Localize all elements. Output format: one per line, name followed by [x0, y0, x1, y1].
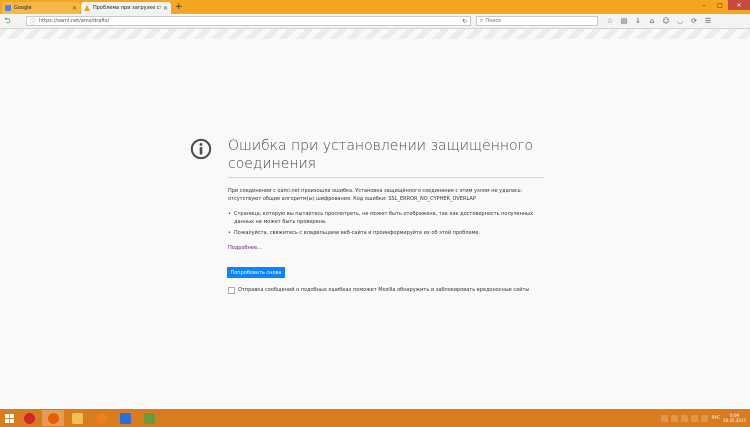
tab-strip: Google ✕ Проблема при загрузке ст ✕ + – …	[0, 0, 750, 14]
sync-icon[interactable]: ⟳	[689, 16, 699, 26]
close-tab-icon[interactable]: ✕	[72, 5, 77, 12]
taskbar-app-orange[interactable]	[90, 410, 112, 426]
clock-date: 20.05.2015	[723, 418, 746, 423]
tray-app-icon[interactable]	[671, 414, 679, 422]
toolbar-icons: ☆ ▤ ↓ ⌂ ☺ ◡ ⟳ ☰	[605, 16, 713, 26]
taskbar-app-image-viewer[interactable]	[138, 410, 160, 426]
error-details-list: Страница, которую вы пытаетесь просмотре…	[228, 210, 548, 240]
url-text[interactable]: https://oami.net/ams/drafts/	[39, 18, 462, 24]
minimize-button[interactable]: –	[696, 0, 712, 10]
home-icon[interactable]: ⌂	[647, 16, 657, 26]
warning-stripes	[0, 29, 750, 39]
new-tab-button[interactable]: +	[175, 2, 183, 12]
url-bar[interactable]: ⓘ https://oami.net/ams/drafts/ ↻	[26, 16, 471, 26]
close-window-button[interactable]: ✕	[728, 0, 750, 10]
google-favicon-icon	[5, 5, 11, 11]
close-tab-icon[interactable]: ✕	[163, 5, 168, 12]
firefox-icon	[47, 412, 59, 424]
downloads-icon[interactable]: ↓	[633, 16, 643, 26]
report-errors-row: Отправка сообщений о подобных ошибках по…	[228, 287, 540, 294]
error-title: Ошибка при установлении защищённого соед…	[228, 138, 534, 172]
report-errors-checkbox[interactable]	[228, 287, 235, 294]
tab-error-page[interactable]: Проблема при загрузке ст ✕	[81, 2, 171, 14]
system-tray: РУС 0:09 20.05.2015	[661, 409, 746, 427]
volume-icon[interactable]	[701, 414, 709, 422]
tab-google[interactable]: Google ✕	[2, 2, 80, 14]
app-icon	[95, 412, 107, 424]
info-icon[interactable]: ⓘ	[30, 17, 36, 26]
maximize-button[interactable]: □	[712, 0, 728, 10]
learn-more-link[interactable]: Подробнее…	[228, 245, 262, 251]
reading-list-icon[interactable]: ▤	[619, 16, 629, 26]
window-controls: – □ ✕	[696, 0, 750, 10]
list-item: Пожалуйста, свяжитесь с владельцами веб-…	[228, 229, 548, 237]
clock[interactable]: 0:09 20.05.2015	[723, 413, 746, 423]
chat-icon[interactable]: ☺	[661, 16, 671, 26]
folder-icon	[71, 412, 83, 424]
tray-app-icon[interactable]	[661, 414, 669, 422]
tab-label: Google	[14, 5, 32, 11]
info-circle-icon	[190, 138, 212, 160]
taskbar-app-opera[interactable]	[18, 410, 40, 426]
taskbar-app-explorer[interactable]	[66, 410, 88, 426]
navigation-bar: ⮌ ⓘ https://oami.net/ams/drafts/ ↻ ⌕ ☆ ▤…	[0, 14, 750, 29]
tray-app-icon[interactable]	[681, 414, 689, 422]
menu-icon[interactable]: ☰	[703, 16, 713, 26]
title-divider	[228, 177, 544, 178]
network-icon[interactable]	[691, 414, 699, 422]
pocket-icon[interactable]: ◡	[675, 16, 685, 26]
search-input[interactable]	[485, 18, 586, 24]
report-errors-label: Отправка сообщений о подобных ошибках по…	[238, 287, 530, 293]
taskbar-app-mail[interactable]	[114, 410, 136, 426]
image-viewer-icon	[143, 412, 155, 424]
try-again-button[interactable]: Попробовать снова	[227, 267, 285, 278]
start-button[interactable]	[2, 409, 16, 427]
bookmark-star-icon[interactable]: ☆	[605, 16, 615, 26]
warning-favicon-icon	[84, 5, 90, 11]
tab-label: Проблема при загрузке ст	[93, 5, 161, 11]
language-indicator[interactable]: РУС	[711, 416, 720, 421]
search-bar[interactable]: ⌕	[476, 16, 598, 26]
opera-icon	[23, 412, 35, 424]
reload-icon[interactable]: ↻	[462, 18, 467, 25]
search-icon: ⌕	[480, 17, 484, 24]
list-item: Страница, которую вы пытаетесь просмотре…	[228, 210, 548, 226]
taskbar: РУС 0:09 20.05.2015	[0, 409, 750, 427]
back-arrow-icon[interactable]: ⮌	[3, 16, 12, 25]
taskbar-app-firefox[interactable]	[42, 410, 64, 426]
windows-logo-icon	[4, 413, 14, 423]
mail-icon	[119, 412, 131, 424]
error-description: При соединении с oami.net произошла ошиб…	[228, 188, 523, 202]
